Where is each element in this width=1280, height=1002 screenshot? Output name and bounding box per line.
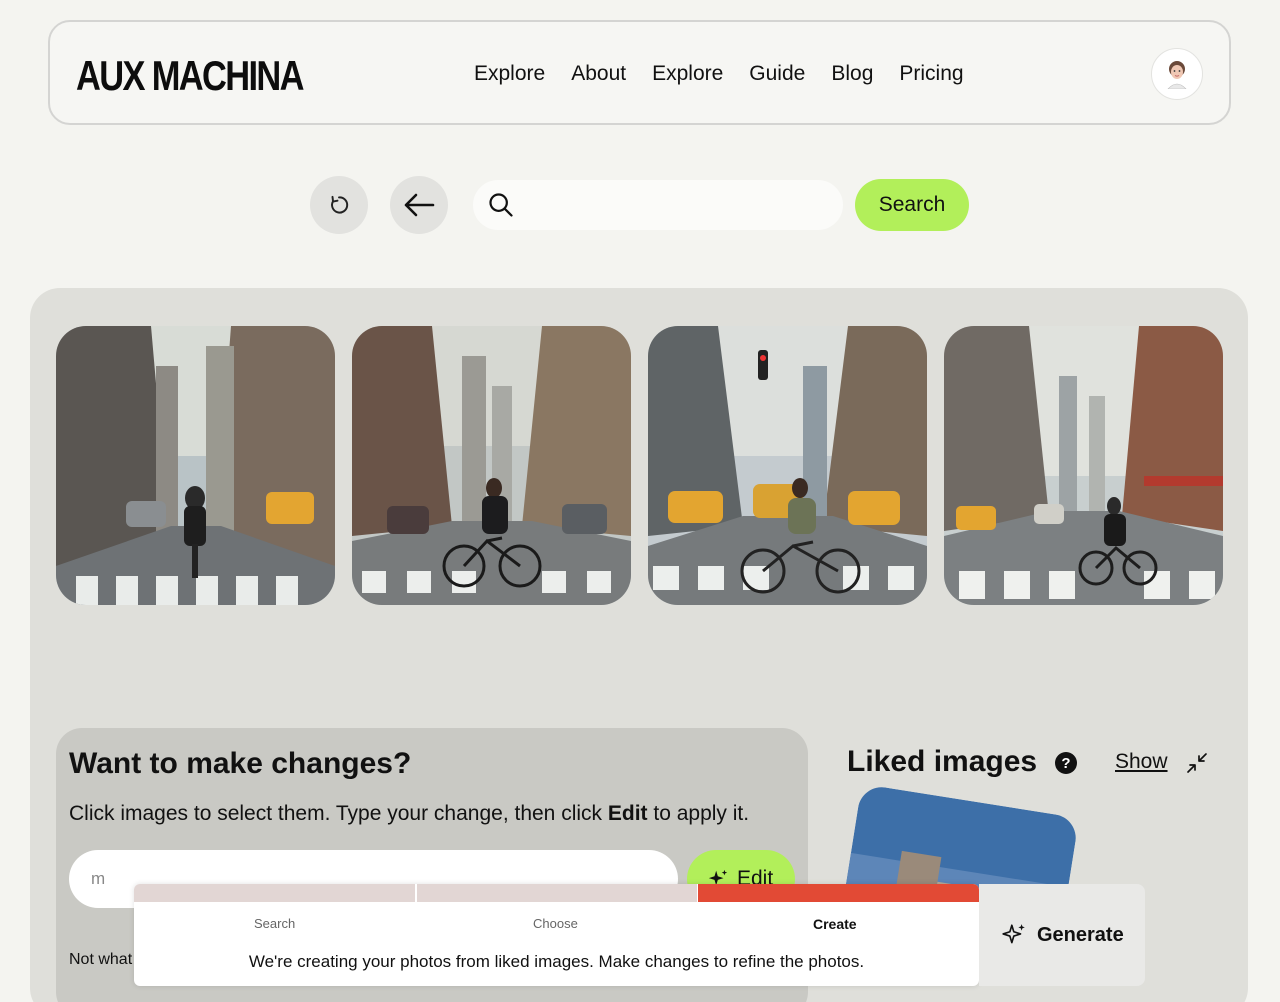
street-photo <box>648 326 927 605</box>
nav-guide[interactable]: Guide <box>749 62 805 86</box>
search-box <box>473 180 843 230</box>
search-button[interactable]: Search <box>855 179 969 231</box>
avatar[interactable] <box>1151 48 1203 100</box>
arrow-left-icon <box>404 193 435 217</box>
sparkle-icon <box>1002 924 1025 944</box>
user-portrait-icon <box>1167 61 1187 89</box>
refresh-button[interactable] <box>310 176 368 234</box>
nav-pricing[interactable]: Pricing <box>899 62 963 86</box>
changes-description: Click images to select them. Type your c… <box>69 802 749 826</box>
street-photo <box>352 326 631 605</box>
show-link[interactable]: Show <box>1115 750 1168 774</box>
result-image-3[interactable] <box>648 326 927 605</box>
changes-title: Want to make changes? <box>69 747 412 780</box>
step-choose[interactable]: Choose <box>533 916 578 931</box>
step-create[interactable]: Create <box>813 916 857 932</box>
progress-segment-search <box>134 884 415 902</box>
street-photo <box>56 326 335 605</box>
collapse-icon[interactable] <box>1186 752 1208 779</box>
top-header: AUX MACHINA Explore About Explore Guide … <box>48 20 1231 125</box>
nav-blog[interactable]: Blog <box>831 62 873 86</box>
refresh-icon <box>331 195 349 214</box>
minimize-arrows-icon <box>1187 753 1207 773</box>
not-what-text: Not what <box>69 951 133 968</box>
main-nav: Explore About Explore Guide Blog Pricing <box>474 62 964 86</box>
progress-segment-create <box>698 884 979 902</box>
nav-explore-2[interactable]: Explore <box>652 62 723 86</box>
search-input[interactable] <box>527 194 827 216</box>
search-icon <box>489 193 513 217</box>
nav-explore[interactable]: Explore <box>474 62 545 86</box>
help-icon[interactable]: ? <box>1055 752 1077 774</box>
back-button[interactable] <box>390 176 448 234</box>
desc-bold: Edit <box>607 802 648 825</box>
progress-message: We're creating your photos from liked im… <box>248 952 865 971</box>
result-image-1[interactable] <box>56 326 335 605</box>
nav-about[interactable]: About <box>571 62 626 86</box>
result-image-4[interactable] <box>944 326 1223 605</box>
desc-text: Click images to select them. Type your c… <box>69 802 608 825</box>
desc-text-end: to apply it. <box>647 802 750 825</box>
result-image-2[interactable] <box>352 326 631 605</box>
logo[interactable]: AUX MACHINA <box>76 52 304 100</box>
progress-card: Search Choose Create We're creating your… <box>134 884 979 986</box>
street-photo <box>944 326 1223 605</box>
progress-segment-choose <box>417 884 697 902</box>
liked-images-title: Liked images <box>847 745 1038 778</box>
generate-button[interactable]: Generate <box>979 884 1145 986</box>
step-search[interactable]: Search <box>254 916 295 931</box>
generate-label: Generate <box>1037 923 1124 946</box>
